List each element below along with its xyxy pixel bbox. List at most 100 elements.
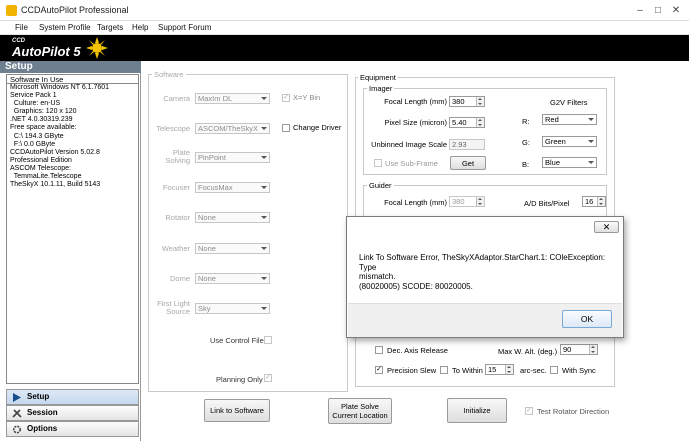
test-rotator-checkbox[interactable]: ✓ bbox=[525, 407, 533, 415]
pixel-size-input[interactable]: 5.40 bbox=[449, 117, 485, 128]
with-sync-checkbox[interactable] bbox=[550, 366, 558, 374]
info-line: Service Pack 1 bbox=[10, 92, 57, 100]
dome-label: Dome bbox=[169, 274, 190, 283]
chevron-down-icon bbox=[261, 307, 267, 310]
first-light-label-2: Source bbox=[166, 307, 190, 316]
plate-solving-select[interactable]: PinPoint bbox=[195, 152, 270, 163]
guider-focal-length-label: Focal Length (mm) bbox=[384, 198, 447, 207]
to-within-checkbox[interactable] bbox=[440, 366, 448, 374]
close-icon[interactable]: ✕ bbox=[669, 4, 683, 17]
menu-targets[interactable]: Targets bbox=[97, 23, 123, 32]
max-w-alt-input[interactable]: 90 bbox=[560, 344, 598, 355]
initialize-button[interactable]: Initialize bbox=[447, 398, 507, 423]
chevron-down-icon bbox=[261, 216, 267, 219]
ad-bits-input[interactable]: 16 bbox=[582, 196, 606, 207]
menu-help[interactable]: Help bbox=[132, 23, 148, 32]
focuser-select[interactable]: FocusMax bbox=[195, 182, 270, 193]
setup-arrow-icon bbox=[13, 393, 21, 402]
focuser-label: Focuser bbox=[162, 183, 190, 192]
b-filter-select[interactable]: Blue bbox=[542, 157, 597, 168]
ad-bits-label: A/D Bits/Pixel bbox=[524, 199, 570, 208]
planning-only-label: Planning Only bbox=[216, 375, 263, 384]
dialog-footer: OK bbox=[348, 303, 622, 337]
link-to-software-button[interactable]: Link to Software bbox=[204, 399, 270, 422]
chevron-down-icon bbox=[588, 140, 594, 143]
dialog-close-button[interactable]: ✕ bbox=[594, 221, 619, 233]
dec-axis-release-checkbox[interactable] bbox=[375, 346, 383, 354]
imager-group-label: Imager bbox=[367, 84, 395, 93]
weather-select[interactable]: None bbox=[195, 243, 270, 254]
plate-solve-button[interactable]: Plate Solve Current Location bbox=[328, 398, 392, 424]
plate-solve-label-2: Current Location bbox=[332, 411, 388, 420]
g-filter-label: G: bbox=[522, 138, 530, 147]
change-driver-label: Change Driver bbox=[293, 123, 342, 132]
info-line: Microsoft Windows NT 6.1.7601 bbox=[10, 84, 110, 91]
xybin-checkbox[interactable]: ✓ bbox=[282, 94, 290, 102]
nav-setup-button[interactable]: Setup bbox=[6, 389, 139, 405]
app-icon bbox=[6, 5, 17, 16]
use-control-file-label: Use Control File bbox=[210, 336, 264, 345]
camera-select[interactable]: MaxIm DL bbox=[195, 93, 270, 104]
dialog-message-line-2: mismatch. bbox=[359, 272, 396, 281]
guider-group-label: Guider bbox=[367, 181, 394, 190]
guider-focal-length-input[interactable]: 380 bbox=[449, 196, 485, 207]
error-dialog: ✕ Link To Software Error, TheSkyXAdaptor… bbox=[346, 216, 624, 338]
imager-focal-length-input[interactable]: 380 bbox=[449, 96, 485, 107]
use-subframe-checkbox[interactable] bbox=[374, 159, 382, 167]
maximize-icon[interactable]: □ bbox=[651, 4, 665, 17]
title-bar: CCDAutoPilot Professional – □ ✕ bbox=[0, 0, 689, 21]
spinner-arrows-icon bbox=[589, 345, 597, 354]
software-group-label: Software bbox=[152, 70, 186, 79]
spinner-arrows-icon bbox=[597, 197, 605, 206]
dome-select[interactable]: None bbox=[195, 273, 270, 284]
info-line: ASCOM Telescope: bbox=[10, 164, 71, 172]
g2v-filters-label: G2V Filters bbox=[550, 98, 588, 107]
b-filter-label: B: bbox=[522, 160, 530, 169]
dialog-message-area: Link To Software Error, TheSkyXAdaptor.S… bbox=[348, 235, 622, 303]
rotator-label: Rotator bbox=[165, 213, 190, 222]
to-within-label: To Within bbox=[452, 366, 483, 375]
chevron-down-icon bbox=[261, 97, 267, 100]
software-info-list[interactable]: Microsoft Windows NT 6.1.7601 Service Pa… bbox=[6, 84, 139, 384]
ok-button[interactable]: OK bbox=[562, 310, 612, 328]
precision-slew-checkbox[interactable]: ✓ bbox=[375, 366, 383, 374]
spinner-arrows-icon bbox=[505, 365, 513, 374]
telescope-select[interactable]: ASCOM/TheSkyX bbox=[195, 123, 270, 134]
info-line: .NET 4.0.30319.239 bbox=[10, 116, 73, 124]
window-title: CCDAutoPilot Professional bbox=[21, 5, 129, 15]
to-within-input[interactable]: 15 bbox=[485, 364, 514, 375]
planning-only-checkbox[interactable]: ✓ bbox=[264, 374, 272, 382]
change-driver-checkbox[interactable] bbox=[282, 124, 290, 132]
menu-system-profile[interactable]: System Profile bbox=[39, 23, 91, 32]
chevron-down-icon bbox=[588, 118, 594, 121]
chevron-down-icon bbox=[588, 161, 594, 164]
rotator-select[interactable]: None bbox=[195, 212, 270, 223]
telescope-label: Telescope bbox=[156, 124, 190, 133]
close-icon: ✕ bbox=[602, 222, 611, 232]
r-filter-label: R: bbox=[522, 117, 530, 126]
camera-label: Camera bbox=[163, 94, 190, 103]
session-tools-icon bbox=[12, 409, 22, 418]
unbinned-scale-value: 2.93 bbox=[449, 139, 485, 150]
precision-slew-label: Precision Slew bbox=[387, 366, 437, 375]
menu-support-forum[interactable]: Support Forum bbox=[158, 23, 211, 32]
nav-options-button[interactable]: Options bbox=[6, 421, 139, 437]
xybin-label: X=Y Bin bbox=[293, 93, 321, 102]
get-button[interactable]: Get bbox=[450, 156, 486, 170]
g-filter-select[interactable]: Green bbox=[542, 136, 597, 147]
nav-session-button[interactable]: Session bbox=[6, 405, 139, 421]
info-line: CCDAutoPilot Version 5.02.8 bbox=[10, 148, 100, 156]
unbinned-scale-label: Unbinned Image Scale bbox=[371, 140, 447, 149]
dialog-message-line-3: (80020005) SCODE: 80020005. bbox=[359, 281, 473, 291]
equipment-group-label: Equipment bbox=[358, 73, 398, 82]
info-line: F:\ 0.0 GByte bbox=[10, 140, 56, 148]
chevron-down-icon bbox=[261, 156, 267, 159]
nav-options-label: Options bbox=[27, 424, 58, 433]
use-control-file-checkbox[interactable] bbox=[264, 336, 272, 344]
weather-label: Weather bbox=[161, 244, 190, 253]
r-filter-select[interactable]: Red bbox=[542, 114, 597, 125]
first-light-select[interactable]: Sky bbox=[195, 303, 270, 314]
arcsec-label: arc-sec. bbox=[520, 366, 547, 375]
menu-file[interactable]: File bbox=[15, 23, 28, 32]
minimize-icon[interactable]: – bbox=[633, 4, 647, 17]
